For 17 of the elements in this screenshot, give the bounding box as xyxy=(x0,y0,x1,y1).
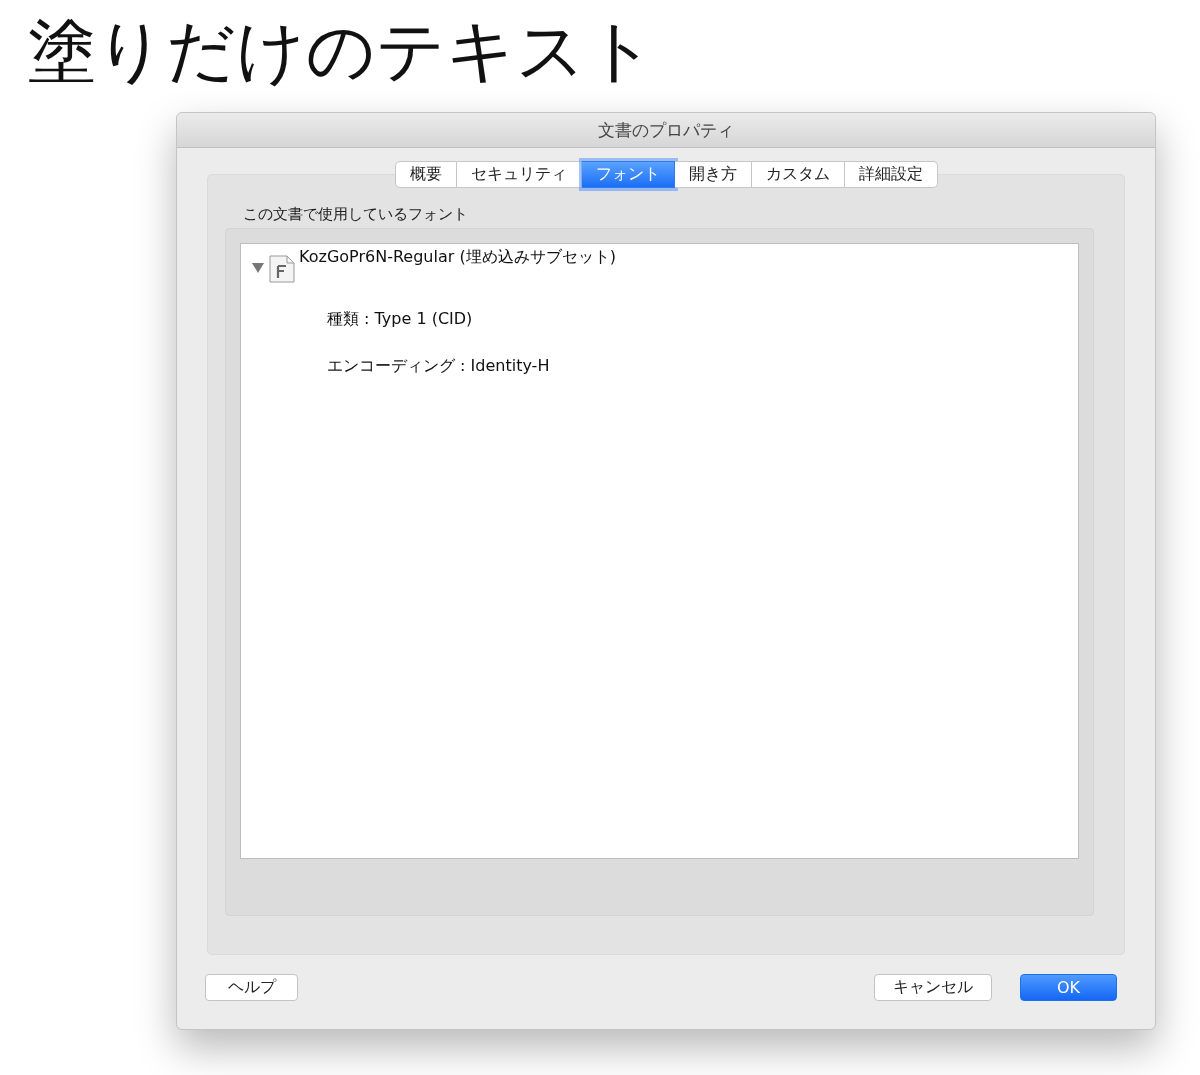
triangle-down-icon[interactable] xyxy=(251,262,265,275)
help-button[interactable]: ヘルプ xyxy=(205,973,298,1001)
tab[interactable]: カスタム xyxy=(751,161,845,189)
font-file-icon xyxy=(269,255,295,284)
font-detail: 種類 : Type 1 (CID) xyxy=(327,309,474,331)
font-detail: エンコーディング : Identity-H xyxy=(327,356,551,378)
cancel-button[interactable]: キャンセル xyxy=(873,973,992,1001)
tab[interactable]: 開き方 xyxy=(674,161,752,189)
tab[interactable]: 詳細設定 xyxy=(844,161,938,189)
tab[interactable]: 概要 xyxy=(394,161,457,189)
ok-button[interactable]: OK xyxy=(1019,973,1117,1001)
page-title: 塗りだけのテキスト xyxy=(28,10,657,92)
font-name[interactable]: KozGoPr6N-Regular (埋め込みサブセット) xyxy=(299,246,616,269)
section-label: この文書で使用しているフォント xyxy=(243,205,469,225)
tab[interactable]: セキュリティ xyxy=(456,161,582,189)
window-title: 文書のプロパティ xyxy=(598,118,734,142)
tab[interactable]: フォント xyxy=(581,161,675,189)
